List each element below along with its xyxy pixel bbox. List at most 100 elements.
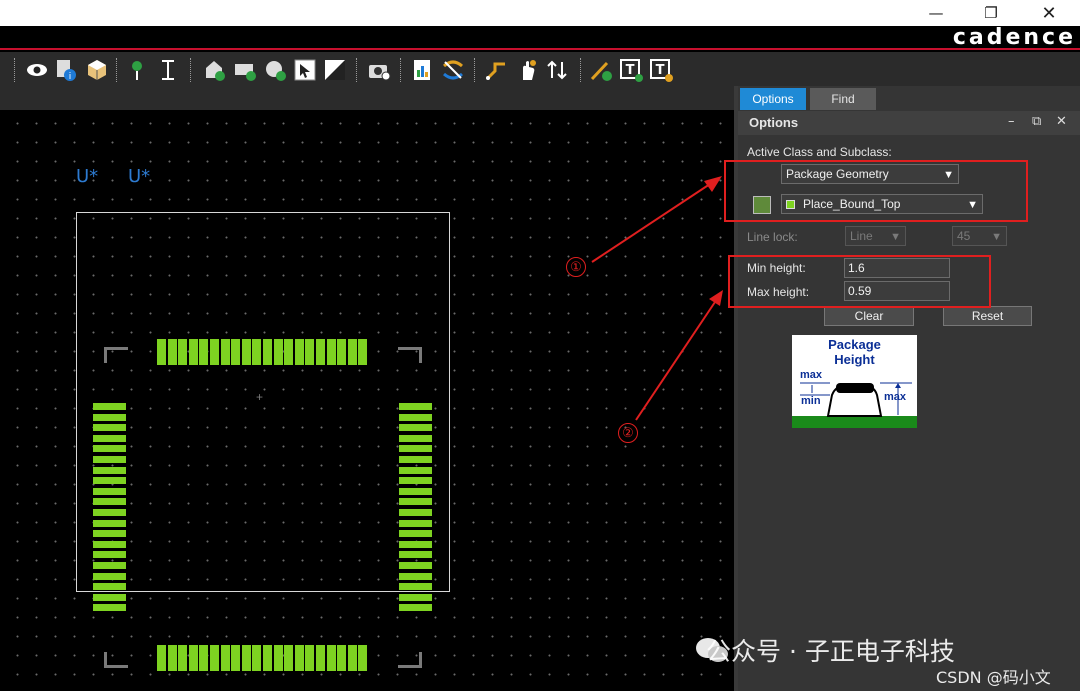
component-pin[interactable]	[399, 413, 432, 421]
text-cursor-icon[interactable]	[155, 57, 181, 83]
component-pin[interactable]	[93, 424, 126, 432]
component-pin[interactable]	[93, 403, 126, 410]
component-pin[interactable]	[399, 424, 432, 432]
component-pin[interactable]	[93, 519, 126, 527]
component-pin[interactable]	[284, 645, 294, 671]
component-pin[interactable]	[188, 645, 198, 671]
component-pin[interactable]	[316, 339, 325, 365]
route-icon[interactable]	[484, 57, 510, 83]
component-pin[interactable]	[337, 339, 347, 365]
add-pin-icon[interactable]	[124, 57, 150, 83]
component-pin[interactable]	[263, 339, 272, 365]
component-pin[interactable]	[93, 413, 126, 421]
panel-close-icon[interactable]: ✕	[1056, 114, 1067, 129]
component-pin[interactable]	[399, 519, 432, 527]
component-pin[interactable]	[231, 645, 241, 671]
component-pin[interactable]	[178, 645, 188, 671]
component-pin[interactable]	[399, 456, 432, 463]
component-pin[interactable]	[326, 645, 336, 671]
component-pin[interactable]	[399, 434, 432, 442]
select-icon[interactable]	[292, 57, 318, 83]
edit-text-icon[interactable]: T	[648, 57, 674, 83]
component-pin[interactable]	[220, 339, 230, 365]
component-pin[interactable]	[399, 487, 432, 495]
component-pin[interactable]	[305, 339, 315, 365]
add-line-icon[interactable]	[588, 57, 614, 83]
component-pin[interactable]	[167, 645, 177, 671]
component-pin[interactable]	[399, 498, 432, 506]
component-pin[interactable]	[252, 339, 262, 365]
component-pin[interactable]	[93, 604, 126, 612]
component-pin[interactable]	[358, 645, 368, 671]
add-shape-icon[interactable]	[201, 57, 227, 83]
component-pin[interactable]	[93, 562, 126, 569]
refdes-label[interactable]: U*	[128, 166, 150, 187]
component-pin[interactable]	[399, 477, 432, 485]
component-pin[interactable]	[305, 645, 315, 671]
component-pin[interactable]	[273, 339, 283, 365]
report-icon[interactable]	[410, 57, 436, 83]
reset-button[interactable]: Reset	[943, 306, 1032, 326]
info-icon[interactable]: i	[53, 57, 79, 83]
component-pin[interactable]	[399, 540, 432, 548]
visibility-icon[interactable]	[24, 57, 50, 83]
minimize-button[interactable]: —	[913, 0, 959, 26]
component-pin[interactable]	[399, 593, 432, 601]
component-pin[interactable]	[93, 540, 126, 548]
panel-float-icon[interactable]: ⧉	[1032, 114, 1041, 129]
component-pin[interactable]	[93, 445, 126, 453]
component-pin[interactable]	[241, 339, 251, 365]
component-pin[interactable]	[399, 583, 432, 591]
move-icon[interactable]	[514, 57, 540, 83]
3d-viewer-icon[interactable]	[84, 57, 110, 83]
component-pin[interactable]	[399, 572, 432, 580]
component-pin[interactable]	[399, 551, 432, 559]
component-pin[interactable]	[210, 339, 219, 365]
component-pin[interactable]	[157, 645, 166, 671]
component-pin[interactable]	[188, 339, 198, 365]
component-pin[interactable]	[358, 339, 368, 365]
component-pin[interactable]	[263, 645, 272, 671]
component-pin[interactable]	[347, 339, 357, 365]
component-pin[interactable]	[399, 445, 432, 453]
component-pin[interactable]	[199, 645, 209, 671]
flip-icon[interactable]	[544, 57, 570, 83]
component-pin[interactable]	[347, 645, 357, 671]
component-pin[interactable]	[93, 456, 126, 463]
component-pin[interactable]	[294, 339, 304, 365]
component-pin[interactable]	[273, 645, 283, 671]
component-pin[interactable]	[93, 593, 126, 601]
component-pin[interactable]	[399, 403, 432, 410]
camera-settings-icon[interactable]	[366, 57, 392, 83]
component-pin[interactable]	[294, 645, 304, 671]
component-pin[interactable]	[252, 645, 262, 671]
add-rect-icon[interactable]	[232, 57, 258, 83]
line-lock-dropdown[interactable]: Line ▼	[845, 226, 906, 246]
component-pin[interactable]	[399, 466, 432, 474]
component-pin[interactable]	[93, 583, 126, 591]
component-pin[interactable]	[167, 339, 177, 365]
component-pin[interactable]	[210, 645, 219, 671]
component-pin[interactable]	[316, 645, 325, 671]
component-pin[interactable]	[231, 339, 241, 365]
swap-icon[interactable]	[440, 57, 466, 83]
tab-options[interactable]: Options	[740, 88, 806, 110]
add-text-icon[interactable]: T	[618, 57, 644, 83]
maximize-button[interactable]: ❐	[968, 0, 1014, 26]
component-pin[interactable]	[284, 339, 294, 365]
component-pin[interactable]	[93, 530, 126, 538]
component-pin[interactable]	[199, 339, 209, 365]
component-pin[interactable]	[93, 434, 126, 442]
tab-find[interactable]: Find	[810, 88, 876, 110]
component-pin[interactable]	[93, 498, 126, 506]
component-pin[interactable]	[157, 339, 166, 365]
component-pin[interactable]	[93, 487, 126, 495]
component-pin[interactable]	[326, 339, 336, 365]
panel-minimize-icon[interactable]: –	[1008, 114, 1015, 129]
component-pin[interactable]	[241, 645, 251, 671]
close-window-button[interactable]: ✕	[1026, 0, 1072, 26]
component-pin[interactable]	[399, 604, 432, 612]
component-pin[interactable]	[399, 509, 432, 516]
component-pin[interactable]	[93, 477, 126, 485]
fill-icon[interactable]	[322, 57, 348, 83]
